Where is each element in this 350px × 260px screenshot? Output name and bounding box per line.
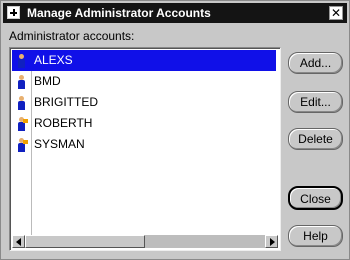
add-button[interactable]: Add... (288, 52, 343, 74)
admin-user-icon (16, 54, 28, 68)
edit-button[interactable]: Edit... (288, 91, 343, 113)
list-item[interactable]: BRIGITTED (12, 92, 278, 113)
list-item[interactable]: ROBERTH (12, 113, 278, 134)
scroll-right-arrow-icon[interactable] (265, 235, 278, 248)
account-name: BMD (34, 74, 61, 88)
delete-button[interactable]: Delete (288, 128, 343, 150)
window-title: Manage Administrator Accounts (27, 6, 211, 20)
admin-user-icon (16, 75, 28, 89)
list-item[interactable]: BMD (12, 71, 278, 92)
manage-admin-accounts-dialog: Manage Administrator Accounts ✕ Administ… (0, 0, 350, 260)
accounts-list-label: Administrator accounts: (9, 29, 135, 43)
admin-accounts-list[interactable]: ALEXS BMD BRIGITTED ROBERTH SYSMAN (9, 47, 281, 251)
help-button[interactable]: Help (288, 225, 343, 247)
account-name: SYSMAN (34, 137, 85, 151)
close-window-button[interactable]: ✕ (329, 6, 343, 20)
title-bar[interactable]: Manage Administrator Accounts ✕ (3, 3, 347, 23)
list-item[interactable]: ALEXS (12, 50, 276, 71)
scrollbar-thumb[interactable] (25, 235, 145, 248)
admin-user-key-icon (16, 117, 28, 131)
admin-user-key-icon (16, 138, 28, 152)
horizontal-scrollbar[interactable] (12, 235, 278, 248)
scroll-left-arrow-icon[interactable] (12, 235, 25, 248)
account-name: ROBERTH (34, 116, 93, 130)
list-item[interactable]: SYSMAN (12, 134, 278, 155)
window-menu-icon[interactable] (7, 6, 20, 19)
account-name: ALEXS (34, 53, 73, 67)
admin-user-icon (16, 96, 28, 110)
account-name: BRIGITTED (34, 95, 99, 109)
close-button[interactable]: Close (288, 186, 343, 210)
